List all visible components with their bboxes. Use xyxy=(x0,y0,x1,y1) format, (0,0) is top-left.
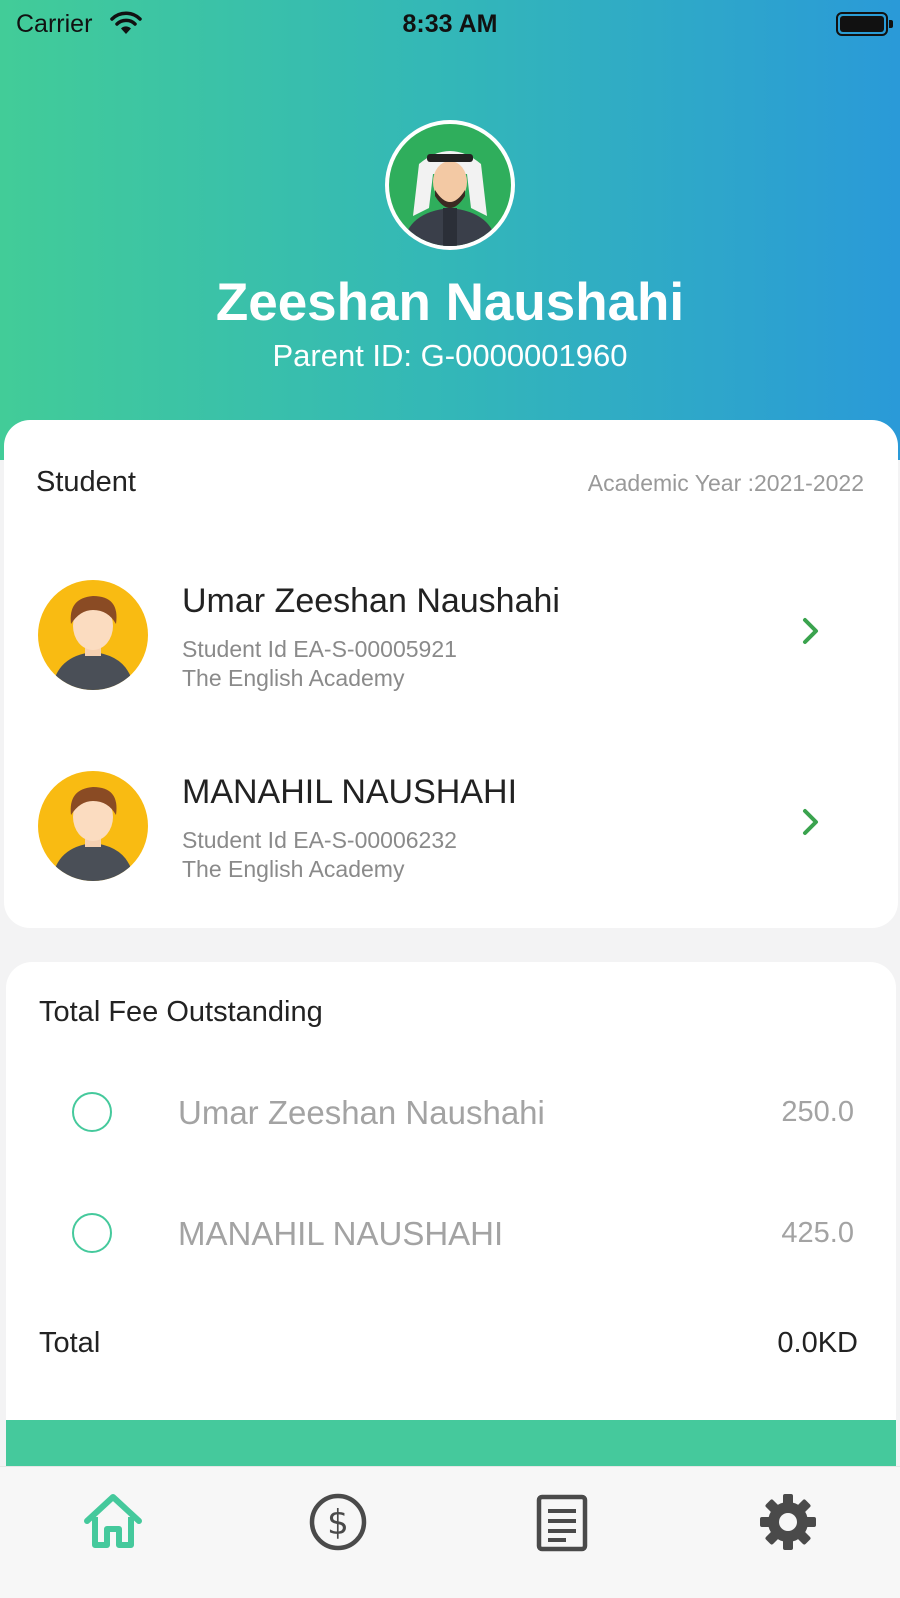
fee-card: Total Fee Outstanding Umar Zeeshan Naush… xyxy=(6,962,896,1522)
student-id: Student Id EA-S-00006232 xyxy=(182,827,457,853)
student-row[interactable]: Umar Zeeshan Naushahi Student Id EA-S-00… xyxy=(4,580,898,700)
students-title: Student xyxy=(36,466,136,498)
student-school: The English Academy xyxy=(182,665,405,691)
fee-amount: 250.0 xyxy=(781,1096,854,1128)
fee-student-name: MANAHIL NAUSHAHI xyxy=(178,1215,504,1252)
student-name: MANAHIL NAUSHAHI xyxy=(182,773,518,811)
dollar-icon: $ xyxy=(309,1493,367,1551)
tab-bar: $ xyxy=(0,1466,900,1598)
status-bar: Carrier 8:33 AM xyxy=(0,0,900,48)
student-avatar xyxy=(38,771,148,881)
document-icon xyxy=(536,1494,588,1552)
home-icon xyxy=(84,1494,142,1548)
tab-reports[interactable] xyxy=(522,1487,602,1557)
chevron-right-icon[interactable] xyxy=(800,805,822,839)
battery-icon xyxy=(836,12,893,36)
fee-student-name: Umar Zeeshan Naushahi xyxy=(178,1094,545,1131)
parent-name: Zeeshan Naushahi xyxy=(215,273,685,332)
academic-year: Academic Year :2021-2022 xyxy=(587,470,864,496)
radio-button[interactable] xyxy=(72,1092,112,1132)
tab-fees[interactable]: $ xyxy=(298,1487,378,1557)
clock: 8:33 AM xyxy=(402,10,498,38)
fee-title: Total Fee Outstanding xyxy=(39,996,323,1028)
parent-id: Parent ID: G-0000001960 xyxy=(272,338,628,373)
fee-item[interactable]: Umar Zeeshan Naushahi 250.0 xyxy=(6,1082,896,1142)
student-avatar xyxy=(38,580,148,690)
fee-item[interactable]: MANAHIL NAUSHAHI 425.0 xyxy=(6,1203,896,1263)
students-card: Student Academic Year :2021-2022 Umar Ze… xyxy=(4,420,898,928)
chevron-right-icon[interactable] xyxy=(800,614,822,648)
total-value: 0.0KD xyxy=(777,1327,858,1359)
svg-text:$: $ xyxy=(327,1503,349,1543)
fee-amount: 425.0 xyxy=(781,1217,854,1249)
radio-button[interactable] xyxy=(72,1213,112,1253)
parent-avatar xyxy=(385,120,515,250)
gear-icon xyxy=(760,1494,816,1550)
student-name: Umar Zeeshan Naushahi xyxy=(182,582,560,620)
tab-settings[interactable] xyxy=(748,1487,828,1557)
student-school: The English Academy xyxy=(182,856,405,882)
profile-header: Carrier 8:33 AM Zeeshan Naushahi Parent … xyxy=(0,0,900,460)
student-id: Student Id EA-S-00005921 xyxy=(182,636,457,662)
total-label: Total xyxy=(39,1327,101,1359)
student-row[interactable]: MANAHIL NAUSHAHI Student Id EA-S-0000623… xyxy=(4,771,898,891)
tab-home[interactable] xyxy=(73,1487,153,1557)
